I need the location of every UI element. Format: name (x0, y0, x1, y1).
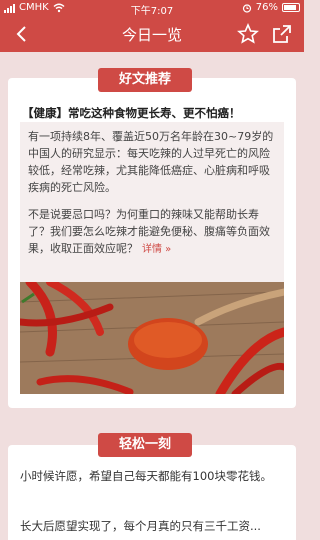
share-icon[interactable] (270, 22, 294, 46)
excerpt-paragraph-2: 不是说要忌口吗？为何重口的辣味又能帮助长寿了？我们要怎么吃辣才能避免便秘、腹痛等… (28, 206, 280, 258)
joke-line-1: 小时候许愿，希望自己每天都能有100块零花钱。 (20, 469, 272, 483)
alarm-icon (242, 3, 251, 13)
battery-percent: 76% (255, 2, 278, 13)
chili-photo (20, 282, 284, 394)
section-label-recommended: 好文推荐 (98, 68, 192, 92)
star-icon[interactable] (236, 22, 260, 46)
status-bar: CMHK 下午7:07 76% (0, 0, 304, 17)
battery-icon (282, 3, 300, 12)
article-headline[interactable]: 【健康】常吃这种食物更长寿、更不怕癌！ (22, 105, 286, 121)
navigation-bar: 今日一览 (0, 16, 304, 52)
article-card[interactable]: 【健康】常吃这种食物更长寿、更不怕癌！ 有一项持续8年、覆盖近50万名年龄在30… (8, 78, 296, 408)
details-link[interactable]: 详情 » (142, 244, 171, 255)
excerpt-paragraph-1: 有一项持续8年、覆盖近50万名年龄在30~79岁的中国人的研究显示：每天吃辣的人… (28, 130, 274, 194)
section-label-relax: 轻松一刻 (98, 433, 192, 457)
joke-line-2: 长大后愿望实现了，每个月真的只有三千工资... (20, 519, 261, 533)
